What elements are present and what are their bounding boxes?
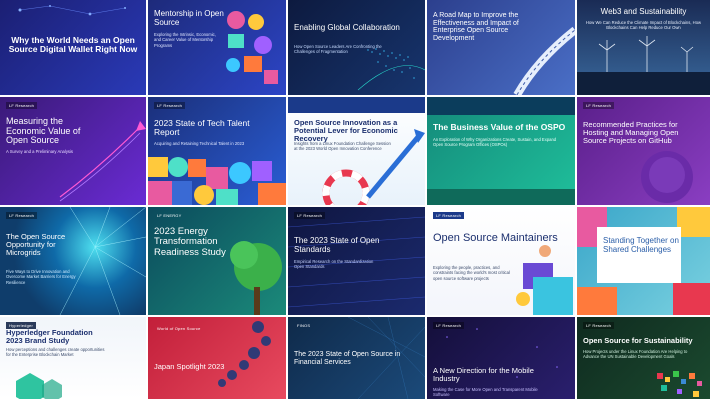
- mosaic-graphic: [148, 157, 286, 205]
- report-title: A Road Map to Improve the Effectiveness …: [433, 12, 519, 42]
- report-title: Enabling Global Collaboration: [294, 23, 400, 32]
- report-card-economic-value[interactable]: LF Research Measuring the Economic Value…: [0, 97, 146, 205]
- report-subtitle: How Projects under the Linux Foundation …: [583, 349, 688, 360]
- report-card-standing-together[interactable]: Standing Together on Shared Challenges: [577, 207, 710, 315]
- report-title: Measuring the Economic Value of Open Sou…: [6, 116, 81, 146]
- report-card-business-value-ospo[interactable]: TODO The Business Value of the OSPO An E…: [427, 97, 575, 205]
- report-subtitle: Making the Case for More Open and Transp…: [433, 387, 538, 398]
- report-card-mobile-industry[interactable]: LF Research A New Direction for the Mobi…: [427, 317, 575, 399]
- report-card-innovation-economic-recovery[interactable]: Open Source Innovation as a Potential Le…: [288, 97, 425, 205]
- report-title: Open Source for Sustainability: [583, 336, 693, 345]
- burst-graphic: [59, 207, 146, 315]
- report-card-open-standards[interactable]: LF Research The 2023 State of Open Stand…: [288, 207, 425, 315]
- report-title: A New Direction for the Mobile Industry: [433, 366, 534, 384]
- report-card-road-map[interactable]: A Road Map to Improve the Effectiveness …: [427, 0, 575, 95]
- report-title: The Business Value of the OSPO: [433, 122, 566, 132]
- report-card-mentorship[interactable]: Mentorship in Open Source Exploring the …: [148, 0, 286, 95]
- report-card-hyperledger-brand-study[interactable]: Hyperledger Hyperledger Foundation 2023 …: [0, 317, 146, 399]
- report-title: The 2023 State of Open Source in Financi…: [294, 351, 401, 366]
- report-title: Why the World Needs an Open Source Digit…: [8, 35, 138, 55]
- report-card-financial-services[interactable]: FINOS The 2023 State of Open Source in F…: [288, 317, 425, 399]
- report-subtitle: Five Ways to Drive Innovation and Overco…: [6, 269, 76, 285]
- report-title: Open Source Maintainers: [433, 232, 558, 244]
- report-card-github-practices[interactable]: LF Research Recommended Practices for Ho…: [577, 97, 710, 205]
- report-subtitle: How We Can Reduce the Climate Impact of …: [585, 20, 702, 31]
- report-card-microgrids[interactable]: LF Research The Open Source Opportunity …: [0, 207, 146, 315]
- report-subtitle: How Open Source Leaders Are Confronting …: [294, 44, 382, 55]
- report-title: Recommended Practices for Hosting and Ma…: [583, 120, 679, 146]
- report-title: Open Source Innovation as a Potential Le…: [294, 118, 398, 144]
- report-subtitle: Insights from a Linux Foundation Challen…: [294, 141, 391, 152]
- report-title: Japan Spotlight 2023: [154, 362, 225, 371]
- report-card-sustainability[interactable]: LF Research Open Source for Sustainabili…: [577, 317, 710, 399]
- report-card-digital-wallet[interactable]: Why the World Needs an Open Source Digit…: [0, 0, 146, 95]
- report-subtitle: Exploring the Intrinsic, Economic, and C…: [154, 32, 216, 48]
- report-card-tech-talent[interactable]: LF Research 2023 State of Tech Talent Re…: [148, 97, 286, 205]
- report-subtitle: Empirical Research on the Standardizatio…: [294, 259, 374, 270]
- report-card-maintainers[interactable]: LF Research Open Source Maintainers Expl…: [427, 207, 575, 315]
- report-title: Web3 and Sustainability: [600, 7, 687, 16]
- report-subtitle: An Exploration of Why Organizations Crea…: [433, 137, 557, 148]
- report-subtitle: Exploring the people, practices, and con…: [433, 265, 510, 281]
- header-band-graphic: [427, 97, 575, 205]
- report-title: Mentorship in Open Source: [154, 9, 224, 27]
- report-subtitle: Acquiring and Retaining Technical Talent…: [154, 141, 245, 146]
- tree-graphic: [230, 241, 282, 315]
- report-subtitle: How perceptions and challenges create op…: [6, 347, 105, 358]
- japan-map-graphic: [218, 321, 271, 387]
- report-card-web3-sustainability[interactable]: Web3 and Sustainability How We Can Reduc…: [577, 0, 710, 95]
- report-title: 2023 State of Tech Talent Report: [154, 118, 250, 138]
- report-gallery-grid: Why the World Needs an Open Source Digit…: [0, 0, 710, 399]
- report-title: The 2023 State of Open Standards: [294, 236, 380, 254]
- report-title: Standing Together on Shared Challenges: [603, 236, 679, 254]
- github-octocat-graphic: [641, 151, 693, 203]
- colored-blocks-graphic: [577, 207, 710, 315]
- report-title: 2023 Energy Transformation Readiness Stu…: [154, 226, 226, 258]
- report-card-global-collaboration[interactable]: Enabling Global Collaboration How Open S…: [288, 0, 425, 95]
- report-subtitle: A Survey and a Preliminary Analysis: [6, 149, 74, 154]
- report-title: The Open Source Opportunity for Microgri…: [6, 232, 66, 258]
- report-title: Hyperledger Foundation 2023 Brand Study: [6, 328, 93, 346]
- maintainer-illustration: [516, 245, 573, 315]
- report-card-energy-transformation[interactable]: LF ENERGY 2023 Energy Transformation Rea…: [148, 207, 286, 315]
- report-card-japan-spotlight[interactable]: World of Open Source Japan Spotlight 202…: [148, 317, 286, 399]
